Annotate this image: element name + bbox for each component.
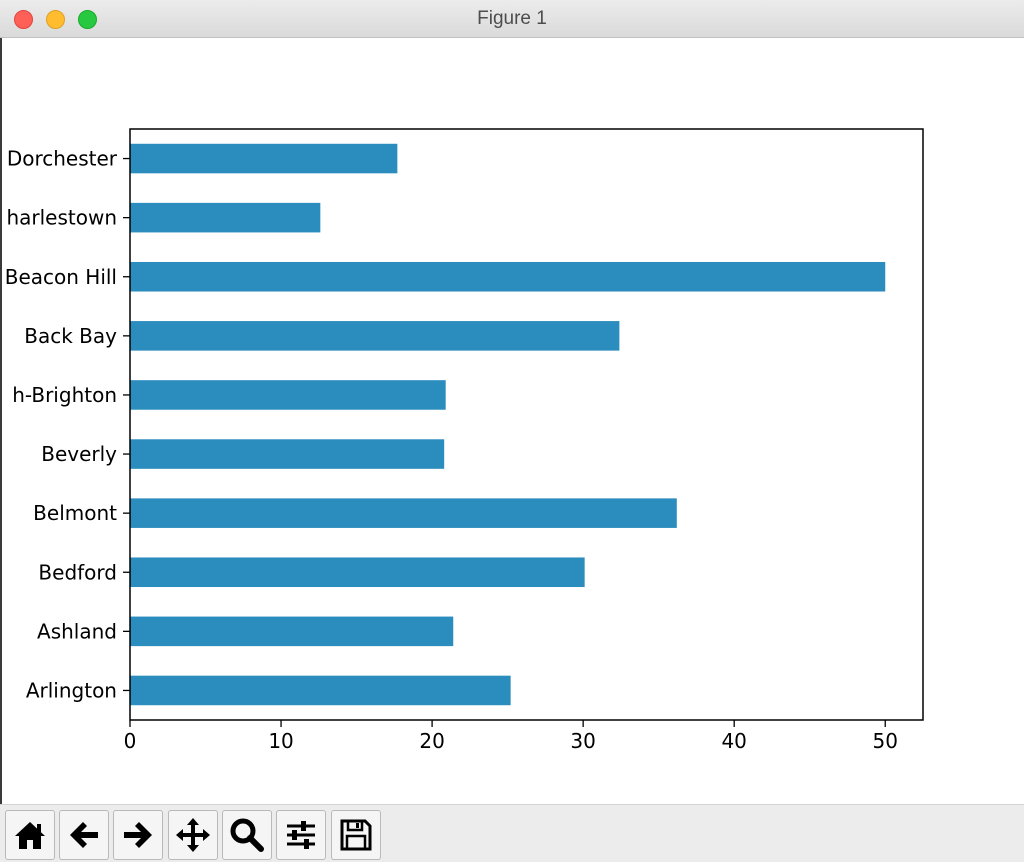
floppy-disk-icon [340,819,372,851]
y-tick-label: Beverly [41,442,117,466]
forward-button[interactable] [113,810,163,860]
configure-subplots-button[interactable] [276,810,326,860]
y-tick-label: h-Brighton [12,383,117,407]
bar-belmont [130,498,677,528]
arrow-right-icon [124,822,152,848]
sliders-icon [287,821,315,849]
bar-arlington [130,675,511,706]
y-tick-label: Beacon Hill [5,265,117,289]
x-tick-label: 10 [268,729,293,753]
window-title: Figure 1 [477,8,547,29]
zoom-button[interactable] [222,810,272,860]
figure-window: Figure 1 Arlington Ashland Bedford Belmont B… [0,0,1024,862]
magnifier-icon [230,818,264,852]
figure-canvas: Arlington Ashland Bedford Belmont Beverly h-B… [0,38,1024,804]
pan-button[interactable] [168,810,218,860]
x-tick-label: 40 [721,729,746,753]
bars-group [130,143,886,706]
bar-chart: Arlington Ashland Bedford Belmont Beverly h-B… [5,128,924,753]
title-bar: Figure 1 [0,0,1024,38]
bar-ashland [130,616,454,647]
y-tick-label: Ashland [37,619,117,643]
y-tick-label: Bedford [38,560,117,584]
bar-beverly [130,439,445,469]
bar-charlestown [130,202,321,233]
x-tick-label: 20 [419,729,444,753]
bar-brighton [130,380,446,410]
x-tick-label: 0 [124,729,137,753]
y-tick-label: Dorchester [7,147,118,171]
y-tick-label: Belmont [33,501,117,525]
y-tick-label: harlestown [6,206,117,230]
arrow-left-icon [70,822,98,848]
home-icon [15,822,45,849]
y-tick-label: Arlington [26,678,117,702]
x-axis: 0 10 20 30 40 50 [124,720,898,753]
save-button[interactable] [331,810,381,860]
y-tick-label: Back Bay [24,324,117,348]
bar-bedford [130,557,585,588]
x-tick-label: 30 [570,729,595,753]
move-icon [176,818,210,852]
x-tick-label: 50 [873,729,898,753]
bar-back-bay [130,321,620,351]
y-axis: Arlington Ashland Bedford Belmont Beverly h-B… [5,147,130,702]
navigation-toolbar [0,804,1024,862]
bar-beacon-hill [130,261,886,292]
back-button[interactable] [59,810,109,860]
bar-dorchester [130,143,398,174]
home-button[interactable] [5,810,55,860]
